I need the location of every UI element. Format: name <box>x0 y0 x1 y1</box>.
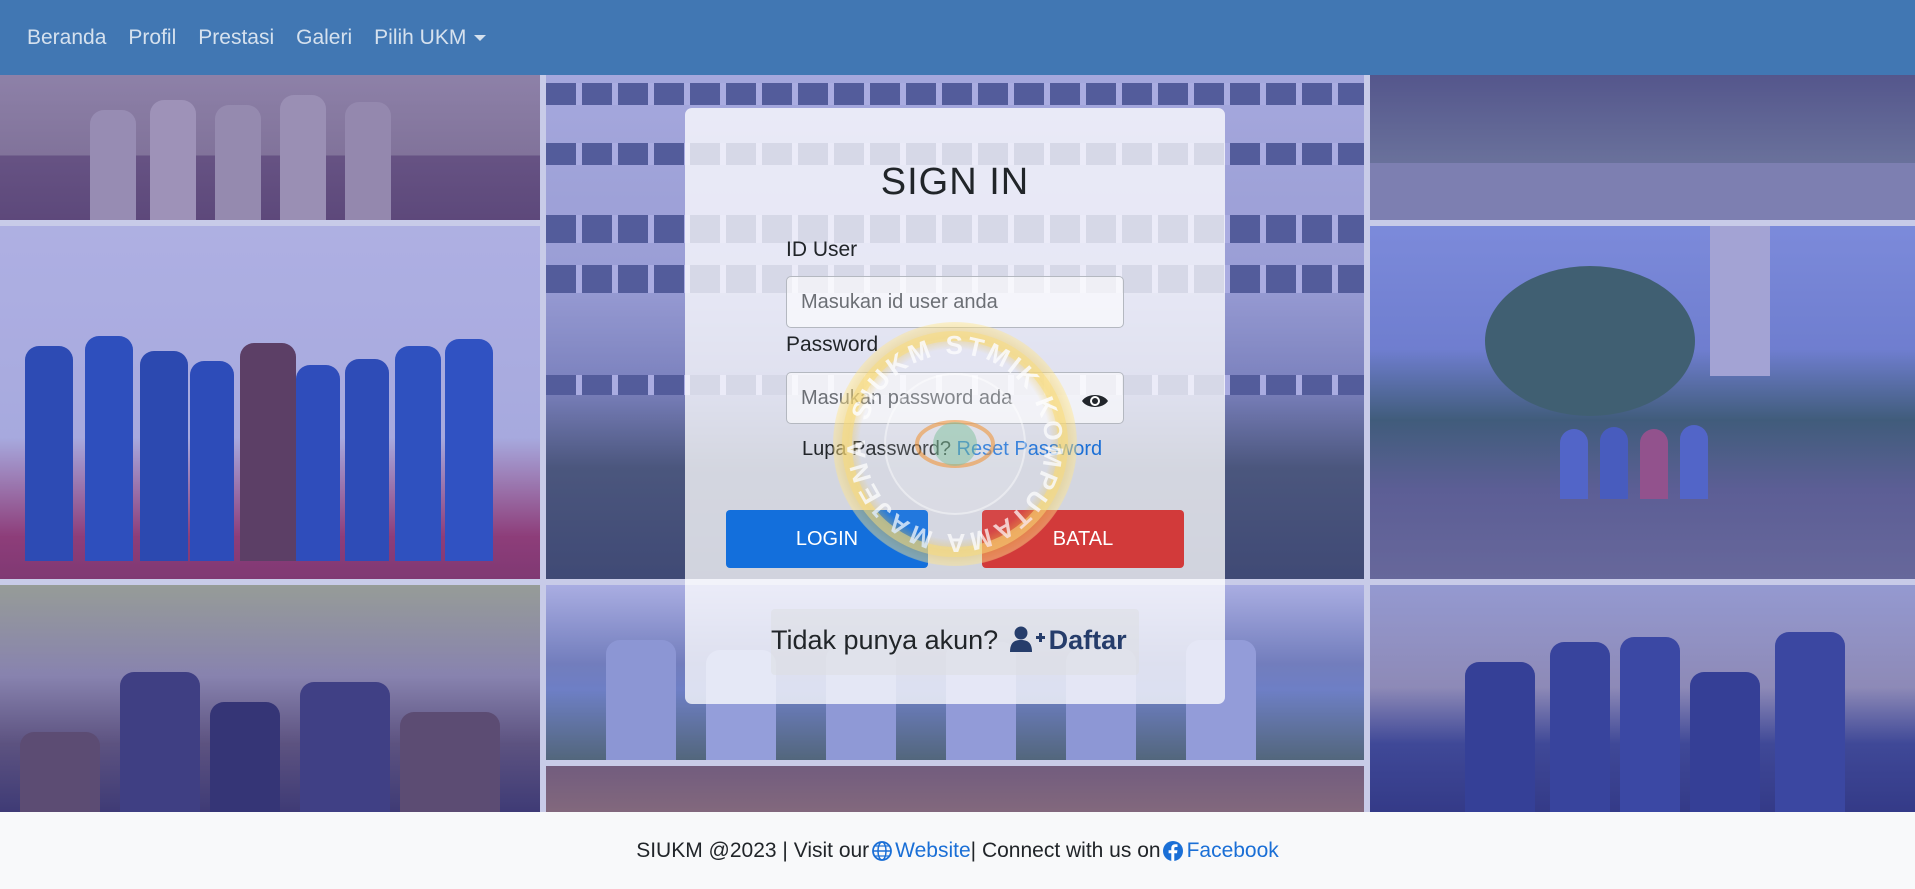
background-photo <box>1370 75 1915 220</box>
no-account-text: Tidak punya akun? <box>771 625 999 655</box>
id-user-input[interactable] <box>786 276 1124 328</box>
facebook-link[interactable]: Facebook <box>1187 839 1279 863</box>
user-plus-icon <box>1009 626 1045 652</box>
nav-pilih-ukm-label: Pilih UKM <box>374 25 467 49</box>
footer: SIUKM @2023 | Visit our Website | Connec… <box>0 812 1915 889</box>
nav-pilih-ukm-dropdown[interactable]: Pilih UKM <box>374 25 487 50</box>
footer-copyright: SIUKM @2023 | Visit our <box>636 838 870 862</box>
show-password-icon[interactable] <box>1081 390 1109 412</box>
background-photo <box>0 75 540 220</box>
nav-galeri[interactable]: Galeri <box>296 26 352 50</box>
top-navbar: Beranda Profil Prestasi Galeri Pilih UKM <box>0 0 1915 75</box>
nav-beranda[interactable]: Beranda <box>27 26 106 50</box>
footer-connect-text: | Connect with us on <box>970 838 1161 862</box>
caret-down-icon <box>474 34 487 41</box>
page-title: SIGN IN <box>880 161 1030 203</box>
id-user-label: ID User <box>786 238 858 261</box>
background-photo <box>1370 226 1915 579</box>
register-row: Tidak punya akun? Daftar <box>771 625 1151 656</box>
siukm-logo-watermark: SIUKM STMIK KOMPUTAMA MAJENANG <box>833 322 1077 566</box>
background-photo <box>1370 585 1915 812</box>
website-link[interactable]: Website <box>895 839 970 863</box>
facebook-icon <box>1162 840 1183 861</box>
register-link[interactable]: Daftar <box>1049 625 1127 655</box>
nav-prestasi[interactable]: Prestasi <box>198 26 274 50</box>
nav-profil[interactable]: Profil <box>128 26 176 50</box>
background-photo <box>546 766 1364 812</box>
background-photo <box>0 226 540 579</box>
globe-icon <box>872 840 893 861</box>
background-photo <box>0 585 540 812</box>
